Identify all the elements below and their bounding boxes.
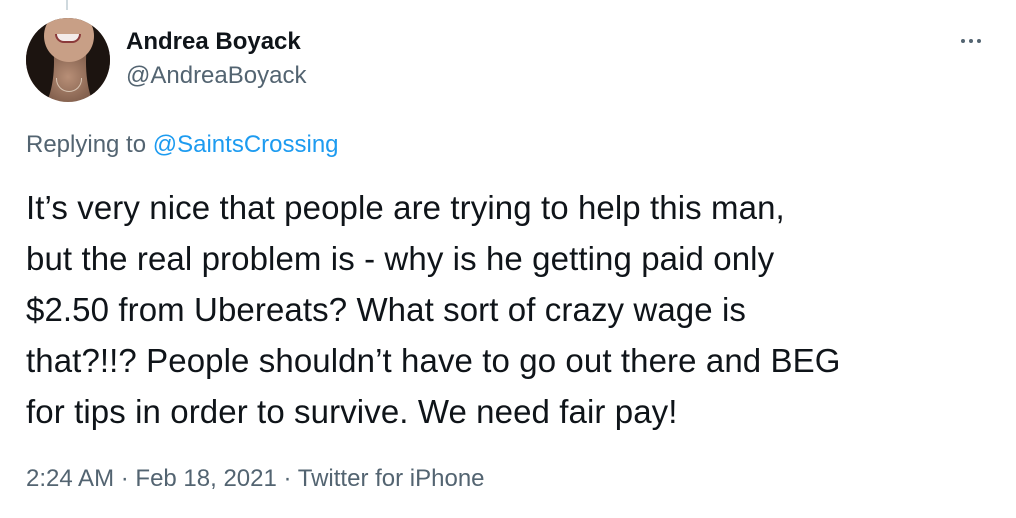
more-options-button[interactable]	[956, 30, 986, 52]
tweet-text-line: that?!!? People shouldn’t have to go out…	[26, 342, 841, 379]
meta-separator: ·	[120, 465, 129, 492]
tweet-metadata: 2:24 AM · Feb 18, 2021 · Twitter for iPh…	[26, 464, 485, 494]
tweet-text: It’s very nice that people are trying to…	[26, 182, 1001, 437]
tweet-text-line: $2.50 from Ubereats? What sort of crazy …	[26, 291, 747, 328]
author-display-name[interactable]: Andrea Boyack	[126, 28, 301, 56]
replying-to-label: Replying to	[26, 131, 147, 158]
author-handle[interactable]: @AndreaBoyack	[126, 62, 306, 90]
tweet-text-line: but the real problem is - why is he gett…	[26, 240, 775, 277]
tweet-time-link[interactable]: 2:24 AM	[26, 465, 114, 492]
thread-connector-line	[66, 0, 68, 10]
tweet-text-line: for tips in order to survive. We need fa…	[26, 393, 678, 430]
tweet-date-link[interactable]: Feb 18, 2021	[135, 465, 276, 492]
more-horizontal-icon	[961, 39, 965, 43]
tweet-text-line: It’s very nice that people are trying to…	[26, 189, 785, 226]
meta-separator: ·	[283, 465, 292, 492]
replying-to: Replying to @SaintsCrossing	[26, 130, 339, 160]
tweet-source-link[interactable]: Twitter for iPhone	[298, 465, 485, 492]
replying-to-handle-link[interactable]: @SaintsCrossing	[153, 131, 339, 158]
avatar[interactable]	[26, 18, 110, 102]
tweet-card: Andrea Boyack @AndreaBoyack Replying to …	[0, 0, 1016, 518]
